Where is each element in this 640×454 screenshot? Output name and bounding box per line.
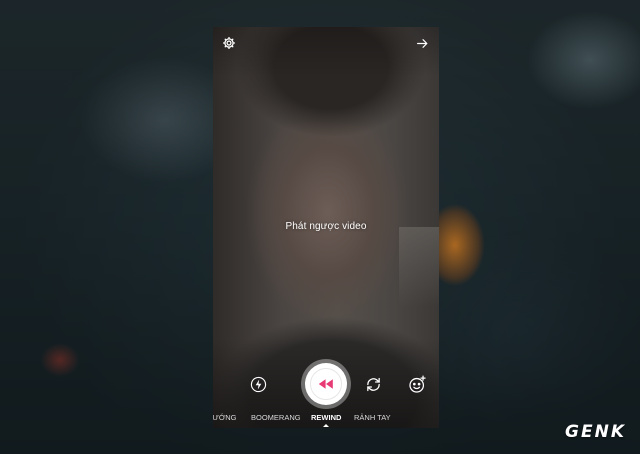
mode-rewind[interactable]: REWIND [311, 413, 341, 422]
mode-hint-text: Phát ngược video [285, 221, 367, 232]
arrow-right-icon[interactable] [414, 35, 430, 51]
mode-hands-free[interactable]: RẢNH TAY [354, 413, 391, 422]
mode-boomerang[interactable]: BOOMERANG [251, 413, 301, 422]
gear-icon[interactable] [221, 35, 237, 51]
flash-icon[interactable] [249, 375, 267, 393]
phone-screen: Phát ngược video ƯỚNG BOOMERANG REWIND R… [213, 27, 439, 428]
rewind-icon [318, 379, 333, 389]
rewind-record-button[interactable] [305, 363, 347, 405]
active-mode-indicator [323, 424, 329, 427]
switch-camera-icon[interactable] [364, 375, 382, 393]
genk-watermark-logo: GENK [565, 422, 626, 442]
face-filter-icon[interactable] [407, 374, 427, 394]
mode-normal[interactable]: HƯỚNG [213, 413, 237, 422]
